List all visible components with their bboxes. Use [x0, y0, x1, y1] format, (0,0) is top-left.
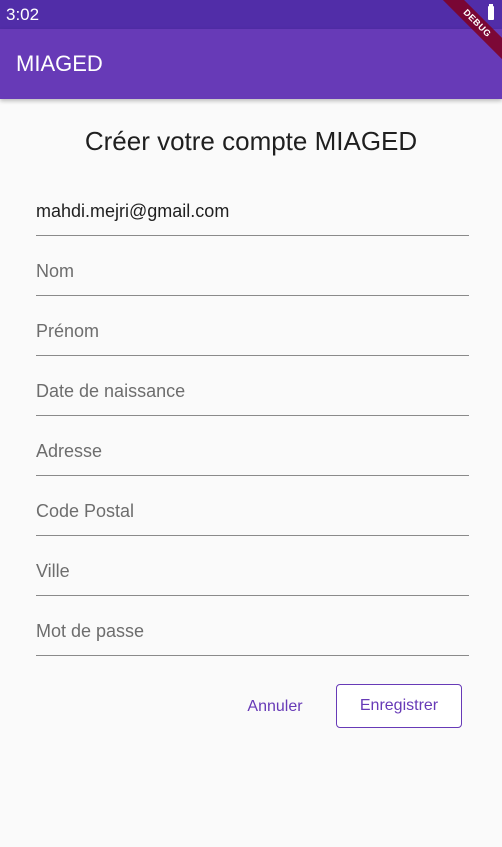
prenom-field-placeholder: Prénom [36, 321, 100, 341]
debug-banner: DEBUG [412, 0, 502, 60]
cancel-button[interactable]: Annuler [232, 685, 318, 729]
birth-date-field-placeholder: Date de naissance [36, 381, 186, 401]
email-field-value: mahdi.mejri@gmail.com [36, 201, 230, 221]
app-screen: 3:02 MIAGED DEBUG Créer votre compte MIA… [0, 0, 502, 847]
city-field[interactable]: Ville [36, 550, 469, 596]
page-title: Créer votre compte MIAGED [84, 126, 418, 156]
postal-code-field[interactable]: Code Postal [36, 490, 469, 536]
city-field-placeholder: Ville [36, 561, 70, 581]
postal-code-field-placeholder: Code Postal [36, 501, 135, 521]
birth-date-field[interactable]: Date de naissance [36, 370, 469, 416]
nom-field[interactable]: Nom [36, 250, 469, 296]
prenom-field[interactable]: Prénom [36, 310, 469, 356]
password-field-placeholder: Mot de passe [36, 621, 145, 641]
email-field[interactable]: mahdi.mejri@gmail.com [36, 190, 469, 236]
address-field[interactable]: Adresse [36, 430, 469, 476]
status-time: 3:02 [6, 5, 40, 24]
debug-banner-label: DEBUG [432, 0, 502, 60]
save-button[interactable]: Enregistrer [336, 684, 462, 728]
nom-field-placeholder: Nom [36, 261, 75, 281]
app-title: MIAGED [16, 51, 103, 76]
address-field-placeholder: Adresse [36, 441, 103, 461]
password-field[interactable]: Mot de passe [36, 610, 469, 656]
